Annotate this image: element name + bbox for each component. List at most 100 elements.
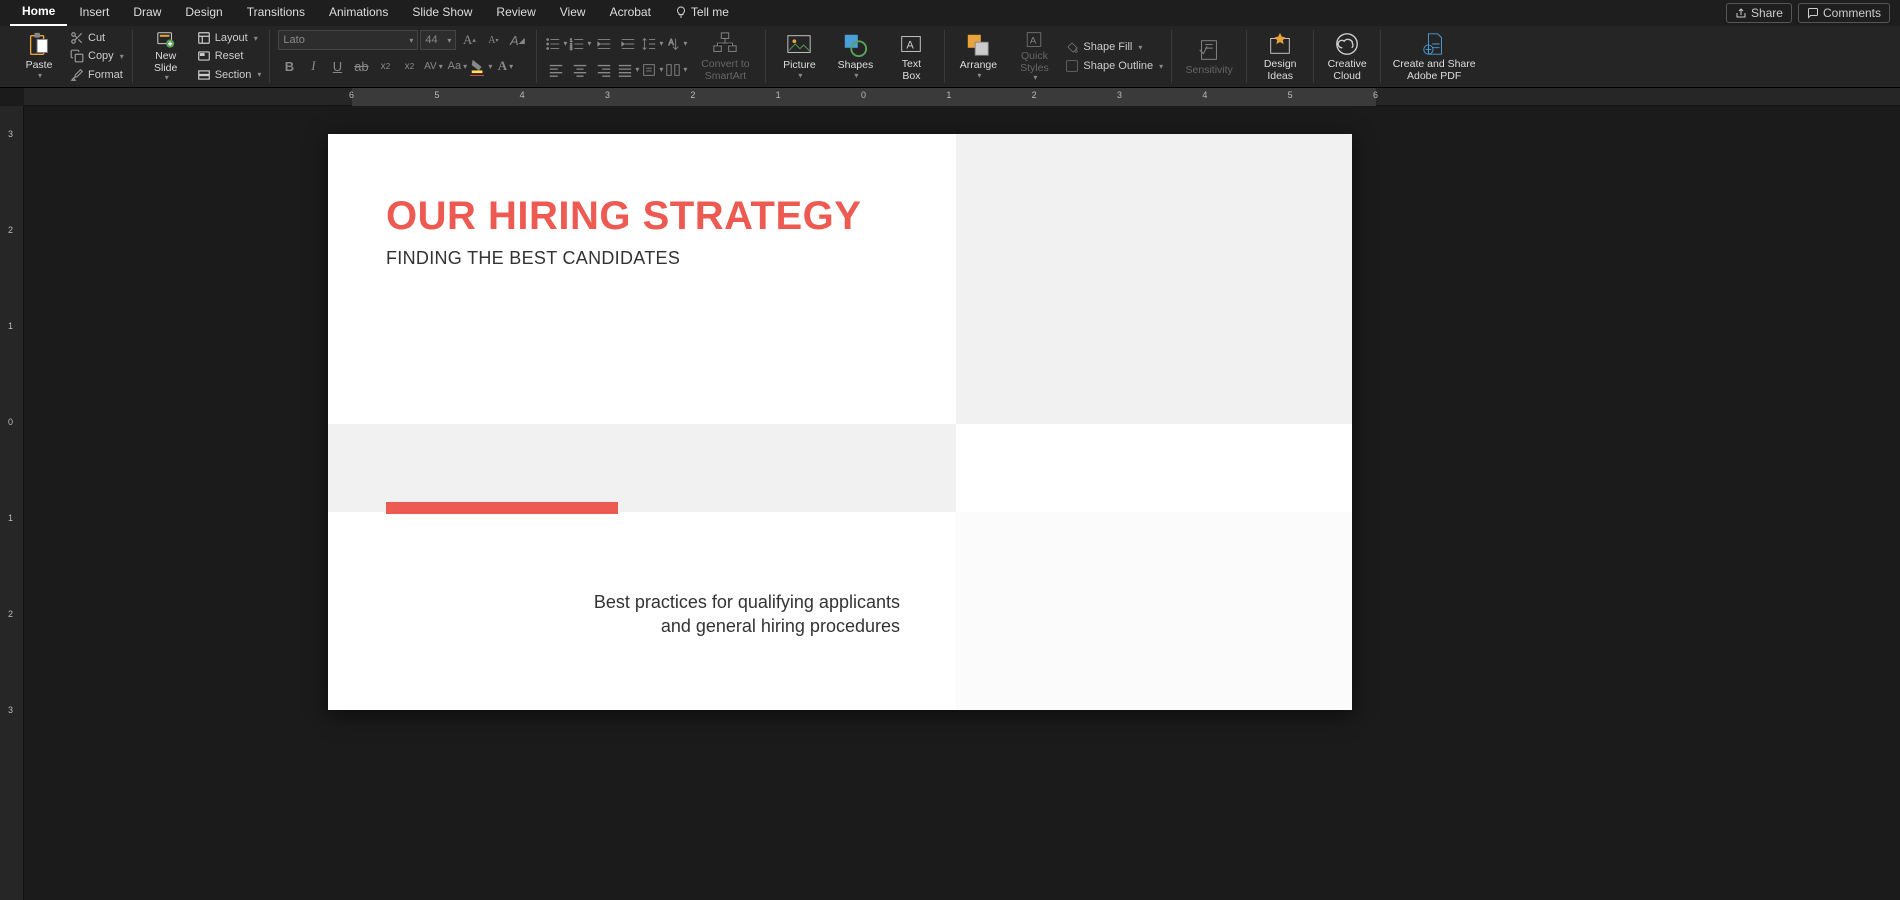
adobe-pdf-label: Create and Share Adobe PDF	[1393, 59, 1476, 82]
increase-indent-button[interactable]	[617, 34, 639, 54]
tab-animations[interactable]: Animations	[317, 1, 400, 25]
svg-text:A: A	[907, 40, 915, 52]
arrange-button[interactable]: Arrange▾	[953, 30, 1003, 83]
group-creativecloud: Creative Cloud	[1314, 30, 1381, 83]
tab-slideshow[interactable]: Slide Show	[400, 1, 484, 25]
creative-cloud-button[interactable]: Creative Cloud	[1322, 30, 1372, 83]
comment-icon	[1807, 7, 1819, 19]
decrease-font-button[interactable]: A▾	[482, 30, 504, 50]
slide-canvas[interactable]: OUR HIRING STRATEGY FINDING THE BEST CAN…	[24, 106, 1900, 900]
slide-subtitle[interactable]: FINDING THE BEST CANDIDATES	[386, 248, 680, 269]
ruler-tick: 1	[8, 321, 13, 331]
change-case-button[interactable]: Aa▾	[446, 56, 468, 76]
slide-decor-band	[328, 424, 956, 512]
ruler-tick: 3	[605, 90, 610, 100]
tab-design[interactable]: Design	[173, 1, 234, 25]
slide[interactable]: OUR HIRING STRATEGY FINDING THE BEST CAN…	[328, 134, 1352, 710]
quick-styles-icon: A	[1021, 30, 1047, 49]
columns-button[interactable]: ▾	[665, 60, 687, 80]
ruler-tick: 3	[8, 129, 13, 139]
design-ideas-button[interactable]: Design Ideas	[1255, 30, 1305, 83]
increase-font-button[interactable]: A▴	[458, 30, 480, 50]
comments-button[interactable]: Comments	[1798, 3, 1890, 23]
sensitivity-button[interactable]: Sensitivity	[1180, 30, 1238, 83]
layout-button[interactable]: Layout▾	[197, 30, 262, 46]
textbox-icon: A	[898, 31, 924, 57]
underline-button[interactable]: U	[326, 56, 348, 76]
columns-icon	[665, 62, 681, 78]
new-slide-label: New Slide	[154, 51, 177, 74]
reset-label: Reset	[215, 50, 244, 62]
share-label: Share	[1751, 6, 1783, 20]
justify-icon	[617, 62, 633, 78]
group-paragraph: ▾ 123▾ ▾ A▾ ▾ ▾ ▾ Convert to SmartArt	[537, 30, 766, 83]
font-color-button[interactable]: A▾	[494, 56, 516, 76]
tab-insert[interactable]: Insert	[67, 1, 121, 25]
reset-icon	[197, 49, 211, 63]
creative-cloud-icon	[1334, 31, 1360, 57]
share-button[interactable]: Share	[1726, 3, 1792, 23]
textbox-button[interactable]: A Text Box	[886, 30, 936, 83]
convert-smartart-button[interactable]: Convert to SmartArt	[693, 30, 757, 83]
subscript-button[interactable]: x2	[398, 56, 420, 76]
tell-me-search[interactable]: Tell me	[663, 1, 741, 25]
text-direction-button[interactable]: A▾	[665, 34, 687, 54]
highlight-color-button[interactable]: ▾	[470, 56, 492, 76]
picture-button[interactable]: Picture▾	[774, 30, 824, 83]
reset-button[interactable]: Reset	[197, 48, 262, 64]
tab-home[interactable]: Home	[10, 0, 67, 26]
shape-fill-button[interactable]: Shape Fill▾	[1065, 39, 1163, 56]
ruler-tick: 4	[1202, 90, 1207, 100]
new-slide-button[interactable]: New Slide ▾	[141, 30, 191, 83]
align-right-button[interactable]	[593, 60, 615, 80]
adobe-pdf-button[interactable]: Create and Share Adobe PDF	[1389, 30, 1479, 83]
tab-view[interactable]: View	[548, 1, 598, 25]
align-center-button[interactable]	[569, 60, 591, 80]
ruler-horizontal[interactable]: 6543210123456	[24, 88, 1900, 106]
group-slides: New Slide ▾ Layout▾ Reset Section▾	[133, 30, 271, 83]
clear-formatting-button[interactable]: A◢	[506, 30, 528, 50]
numbering-button[interactable]: 123▾	[569, 34, 591, 54]
tab-acrobat[interactable]: Acrobat	[598, 1, 663, 25]
copy-button[interactable]: Copy▾	[70, 48, 124, 64]
align-text-button[interactable]: ▾	[641, 60, 663, 80]
strikethrough-button[interactable]: ab	[350, 56, 372, 76]
section-button[interactable]: Section▾	[197, 67, 262, 83]
ruler-vertical[interactable]: 3210123	[0, 106, 24, 900]
tab-review[interactable]: Review	[484, 1, 547, 25]
group-clipboard: Paste ▾ Cut Copy▾ Format	[6, 30, 133, 83]
bucket-icon	[1065, 40, 1079, 54]
pdf-icon	[1421, 31, 1447, 57]
slide-title[interactable]: OUR HIRING STRATEGY	[386, 194, 861, 239]
italic-button[interactable]: I	[302, 56, 324, 76]
slide-body-text[interactable]: Best practices for qualifying applicants…	[580, 590, 900, 639]
superscript-button[interactable]: x2	[374, 56, 396, 76]
cut-button[interactable]: Cut	[70, 30, 124, 46]
align-left-button[interactable]	[545, 60, 567, 80]
shape-outline-button[interactable]: Shape Outline▾	[1065, 58, 1163, 75]
ruler-tick: 2	[1032, 90, 1037, 100]
shapes-button[interactable]: Shapes▾	[830, 30, 880, 83]
font-name-select[interactable]: Lato▾	[278, 30, 418, 50]
quick-styles-label: Quick Styles	[1020, 51, 1049, 74]
paste-button[interactable]: Paste ▾	[14, 30, 64, 83]
svg-text:A: A	[1030, 36, 1037, 47]
body-line1: Best practices for qualifying applicants	[594, 592, 900, 612]
tab-draw[interactable]: Draw	[121, 1, 173, 25]
font-size-select[interactable]: 44▾	[420, 30, 456, 50]
shape-outline-label: Shape Outline	[1083, 60, 1153, 72]
bold-button[interactable]: B	[278, 56, 300, 76]
justify-button[interactable]: ▾	[617, 60, 639, 80]
decrease-indent-button[interactable]	[593, 34, 615, 54]
tab-transitions[interactable]: Transitions	[235, 1, 317, 25]
character-spacing-button[interactable]: AV▾	[422, 56, 444, 76]
bullets-icon	[545, 36, 561, 52]
svg-text:A: A	[669, 37, 675, 46]
comments-label: Comments	[1823, 6, 1881, 20]
quick-styles-button[interactable]: A Quick Styles▾	[1009, 30, 1059, 83]
bullets-button[interactable]: ▾	[545, 34, 567, 54]
line-spacing-button[interactable]: ▾	[641, 34, 663, 54]
workspace: 6543210123456 3210123 OUR HIRING STRATEG…	[0, 88, 1900, 900]
ruler-tick: 2	[8, 225, 13, 235]
format-painter-button[interactable]: Format	[70, 67, 124, 83]
